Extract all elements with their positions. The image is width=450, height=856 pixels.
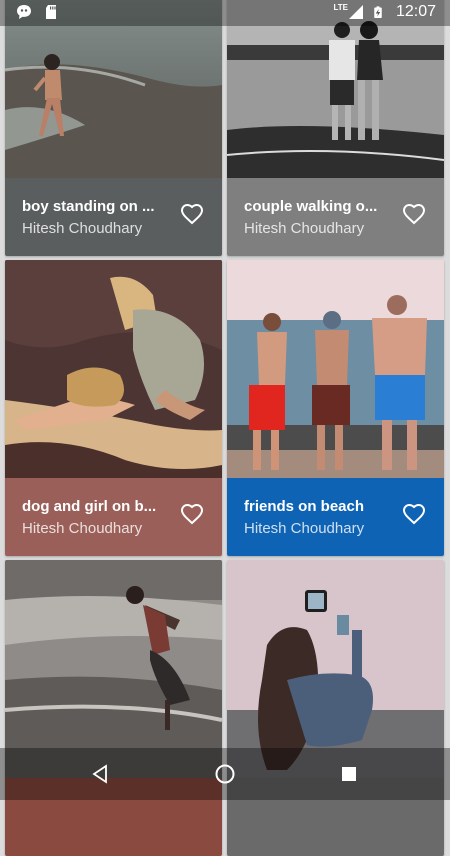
photo-card[interactable]: boy standing on ... Hitesh Choudhary [5, 0, 222, 256]
card-footer: couple walking o... Hitesh Choudhary [227, 178, 444, 256]
card-author: Hitesh Choudhary [244, 220, 365, 237]
card-photo [227, 560, 444, 778]
network-label: LTE [333, 2, 348, 12]
card-title: boy standing on ... [22, 198, 155, 215]
home-icon[interactable] [213, 762, 237, 786]
battery-charging-icon [374, 6, 382, 18]
sd-card-icon [46, 5, 56, 19]
card-photo [5, 260, 222, 478]
chat-bubble-icon [17, 5, 31, 19]
heart-icon[interactable] [402, 502, 426, 526]
status-bar: LTE 12:07 [0, 0, 450, 26]
card-author: Hitesh Choudhary [22, 220, 143, 237]
photo-card[interactable]: couple walking o... Hitesh Choudhary [227, 0, 444, 256]
photo-card[interactable] [227, 560, 444, 856]
heart-icon[interactable] [402, 202, 426, 226]
clock: 12:07 [395, 3, 436, 20]
card-title: couple walking o... [244, 198, 378, 215]
card-footer: boy standing on ... Hitesh Choudhary [5, 178, 222, 256]
navigation-bar [0, 748, 450, 800]
card-author: Hitesh Choudhary [22, 520, 143, 537]
heart-icon[interactable] [180, 202, 204, 226]
card-title: friends on beach [244, 498, 365, 515]
photo-card[interactable]: dog and girl on b... Hitesh Choudhary [5, 260, 222, 556]
card-photo [227, 260, 444, 478]
recents-icon[interactable] [337, 762, 361, 786]
card-footer: friends on beach Hitesh Choudhary [227, 478, 444, 556]
card-photo [5, 560, 222, 778]
card-footer: dog and girl on b... Hitesh Choudhary [5, 478, 222, 556]
signal-icon [348, 5, 363, 19]
heart-icon[interactable] [180, 502, 204, 526]
photo-card[interactable] [5, 560, 222, 856]
card-author: Hitesh Choudhary [244, 520, 365, 537]
card-title: dog and girl on b... [22, 498, 157, 515]
back-icon[interactable] [88, 762, 112, 786]
card-photo [227, 0, 444, 178]
photo-card[interactable]: friends on beach Hitesh Choudhary [227, 260, 444, 556]
card-photo [5, 0, 222, 178]
